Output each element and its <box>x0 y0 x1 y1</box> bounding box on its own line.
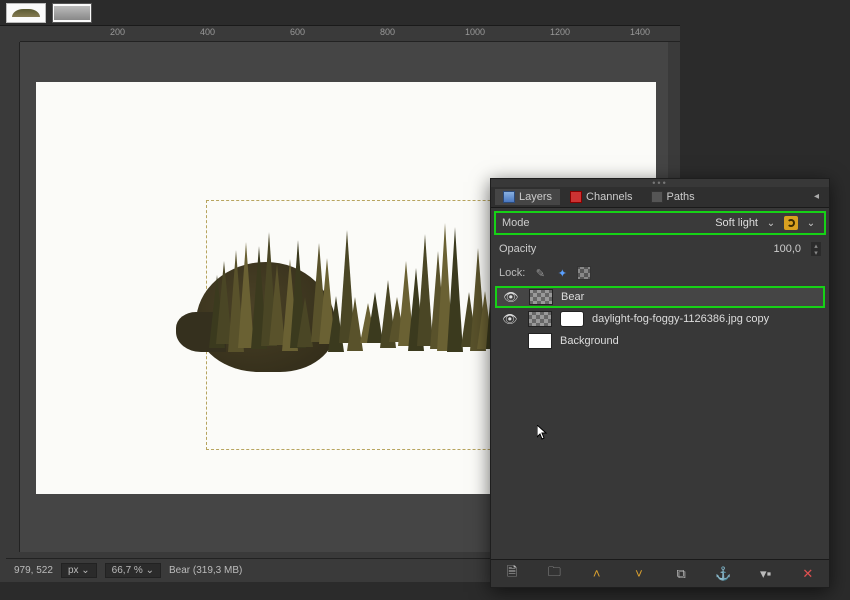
ruler-mark: 1400 <box>630 27 650 37</box>
opacity-label: Opacity <box>499 243 536 255</box>
layer-panel-footer: 🗎 🗀 ˄ ˅ ⧉ ⚓ ▾▪ ✕ <box>491 559 829 587</box>
lock-label: Lock: <box>499 267 525 279</box>
lock-pixels-icon[interactable] <box>533 266 547 280</box>
ruler-horizontal[interactable]: 200 400 600 800 1000 1200 1400 <box>20 26 680 42</box>
layer-list: 👁 Bear 👁 daylight-fog-foggy-1126386.jpg … <box>491 286 829 559</box>
layer-mask-thumbnail[interactable] <box>560 311 584 327</box>
tab-layers[interactable]: Layers <box>495 189 560 205</box>
merge-down-button[interactable]: ▾▪ <box>756 564 776 584</box>
tree-shape <box>447 227 463 352</box>
doc-thumb-1[interactable] <box>6 3 46 23</box>
paths-icon <box>651 191 663 203</box>
mode-label: Mode <box>502 217 530 229</box>
layers-panel: Layers Channels Paths ◂ Mode Soft light … <box>490 178 830 588</box>
blend-mode-row: Mode Soft light ⌄ ⌄ <box>494 211 826 235</box>
duplicate-layer-button[interactable]: ⧉ <box>671 564 691 584</box>
ruler-mark: 800 <box>380 27 395 37</box>
opacity-stepper[interactable]: ▴▾ <box>811 242 821 256</box>
lock-row: Lock: <box>491 264 829 286</box>
lock-alpha-icon[interactable] <box>577 266 591 280</box>
layer-name[interactable]: Background <box>560 335 619 347</box>
doc-thumb-2[interactable] <box>52 3 92 23</box>
layer-thumbnail[interactable] <box>528 333 552 349</box>
anchor-layer-button[interactable]: ⚓ <box>713 564 733 584</box>
move-layer-down-button[interactable]: ˅ <box>629 564 649 584</box>
ruler-mark: 600 <box>290 27 305 37</box>
layer-thumbnail[interactable] <box>529 289 553 305</box>
ruler-mark: 1200 <box>550 27 570 37</box>
layer-row[interactable]: 👁 Bear <box>495 286 825 308</box>
layer-name[interactable]: daylight-fog-foggy-1126386.jpg copy <box>592 313 769 325</box>
chevron-down-icon[interactable]: ⌄ <box>764 216 778 230</box>
tab-label: Channels <box>586 191 632 203</box>
chevron-down-icon[interactable]: ⌄ <box>804 216 818 230</box>
ruler-vertical[interactable] <box>0 42 20 552</box>
move-layer-up-button[interactable]: ˄ <box>587 564 607 584</box>
new-layer-button[interactable]: 🗎 <box>502 564 522 584</box>
tab-label: Layers <box>519 191 552 203</box>
layer-thumbnail[interactable] <box>528 311 552 327</box>
layer-name[interactable]: Bear <box>561 291 584 303</box>
visibility-toggle-icon[interactable]: 👁 <box>500 312 520 326</box>
layer-row[interactable]: Background <box>495 330 825 352</box>
new-group-button[interactable]: 🗀 <box>544 564 564 584</box>
mode-reset-button[interactable] <box>784 216 798 230</box>
tab-channels[interactable]: Channels <box>562 189 640 205</box>
blend-mode-select[interactable]: Soft light <box>715 217 758 229</box>
tab-paths[interactable]: Paths <box>643 189 703 205</box>
tab-label: Paths <box>667 191 695 203</box>
lock-position-icon[interactable] <box>555 266 569 280</box>
layers-icon <box>503 191 515 203</box>
channels-icon <box>570 191 582 203</box>
document-thumb-strip <box>0 0 680 26</box>
delete-layer-button[interactable]: ✕ <box>798 564 818 584</box>
opacity-value[interactable]: 100,0 <box>773 243 801 255</box>
opacity-row: Opacity 100,0 ▴▾ <box>491 238 829 264</box>
panel-options-button[interactable]: ◂ <box>808 189 825 205</box>
ruler-mark: 1000 <box>465 27 485 37</box>
status-unit-select[interactable]: px ⌄ <box>61 563 97 578</box>
ruler-mark: 400 <box>200 27 215 37</box>
status-zoom-select[interactable]: 66,7 % ⌄ <box>105 563 161 578</box>
panel-drag-handle[interactable] <box>491 179 829 187</box>
panel-tabs: Layers Channels Paths ◂ <box>491 187 829 208</box>
status-doc-info: Bear (319,3 MB) <box>169 565 242 576</box>
status-coords: 979, 522 <box>14 565 53 576</box>
layer-row[interactable]: 👁 daylight-fog-foggy-1126386.jpg copy <box>495 308 825 330</box>
visibility-toggle-icon[interactable]: 👁 <box>501 290 521 304</box>
ruler-mark: 200 <box>110 27 125 37</box>
